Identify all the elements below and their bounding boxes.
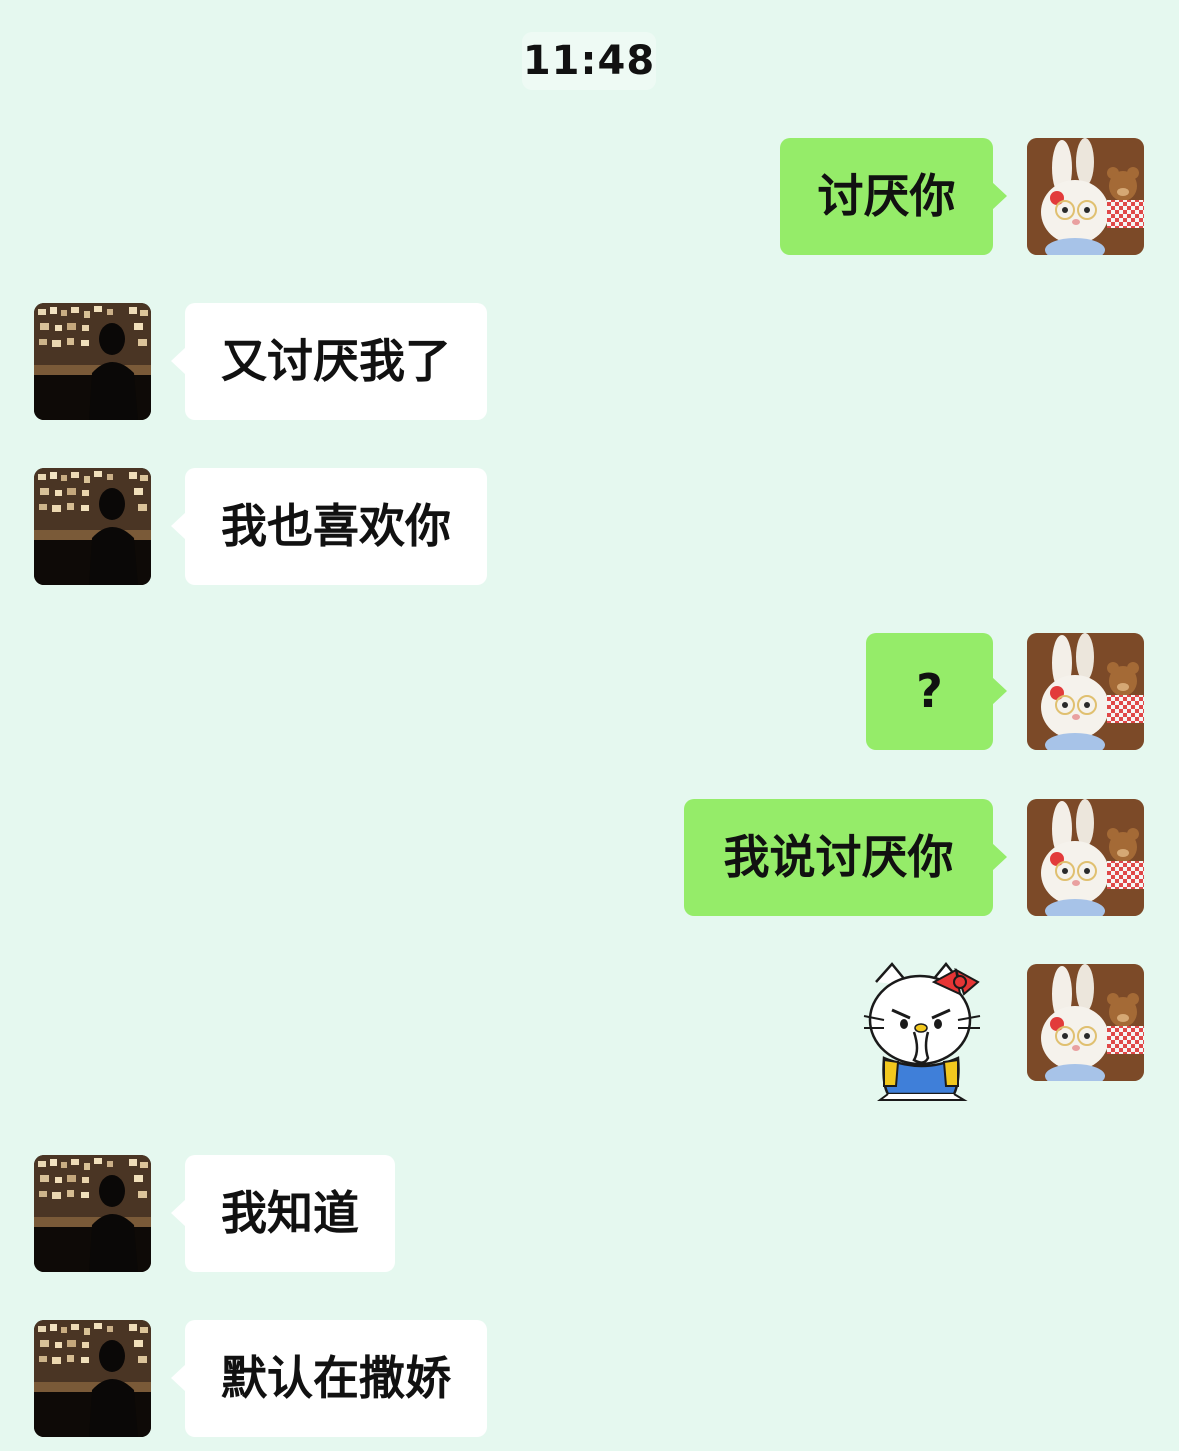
- message-bubble-outgoing[interactable]: ?: [866, 633, 1007, 750]
- self-avatar[interactable]: [1027, 633, 1144, 750]
- message-bubble-outgoing[interactable]: 讨厌你: [780, 138, 1007, 255]
- dark-cafe-person-avatar-icon: [34, 303, 151, 420]
- message-bubble-incoming[interactable]: 默认在撒娇: [171, 1320, 487, 1437]
- plush-bunny-avatar-icon: [1027, 633, 1144, 750]
- hello-kitty-angry-sticker[interactable]: [862, 962, 984, 1102]
- dark-cafe-person-avatar-icon: [34, 1155, 151, 1272]
- self-avatar[interactable]: [1027, 138, 1144, 255]
- contact-avatar[interactable]: [34, 1320, 151, 1437]
- dark-cafe-person-avatar-icon: [34, 468, 151, 585]
- message-bubble-outgoing[interactable]: 我说讨厌你: [684, 799, 1007, 916]
- plush-bunny-avatar-icon: [1027, 799, 1144, 916]
- contact-avatar[interactable]: [34, 1155, 151, 1272]
- message-bubble-incoming[interactable]: 我也喜欢你: [171, 468, 487, 585]
- dark-cafe-person-avatar-icon: [34, 1320, 151, 1437]
- contact-avatar[interactable]: [34, 468, 151, 585]
- self-avatar[interactable]: [1027, 964, 1144, 1081]
- self-avatar[interactable]: [1027, 799, 1144, 916]
- plush-bunny-avatar-icon: [1027, 138, 1144, 255]
- timestamp-label: 11:48: [522, 32, 656, 90]
- contact-avatar[interactable]: [34, 303, 151, 420]
- plush-bunny-avatar-icon: [1027, 964, 1144, 1081]
- message-bubble-incoming[interactable]: 又讨厌我了: [171, 303, 487, 420]
- message-bubble-incoming[interactable]: 我知道: [171, 1155, 395, 1272]
- hello-kitty-icon: [863, 962, 981, 1101]
